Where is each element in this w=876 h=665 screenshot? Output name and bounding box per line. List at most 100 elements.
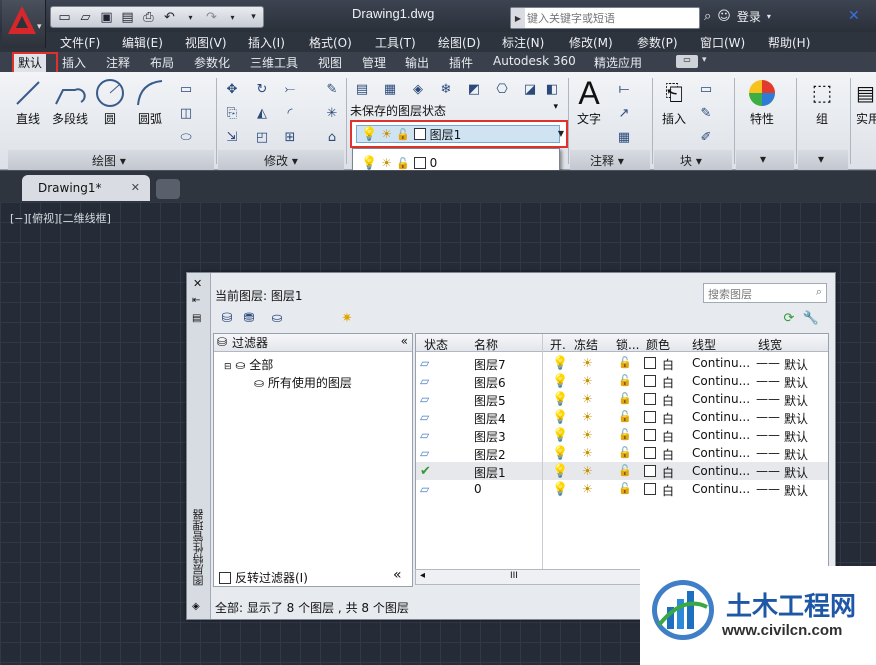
color-swatch[interactable] [644,375,656,387]
sun-icon[interactable]: ☀ [582,356,593,370]
refresh-icon[interactable]: ⟳ [779,309,799,327]
tab-featured-apps[interactable]: 精选应用 [594,54,642,71]
tab-parametric[interactable]: 参数化 [194,54,230,71]
application-menu-button[interactable]: ▾ [2,0,46,48]
column-header[interactable]: 线型 [692,336,716,353]
settings-wrench-icon[interactable]: 🔧 [801,309,821,327]
filter-all[interactable]: ⊟ ⛀ 全部 [224,356,273,373]
close-palette-icon[interactable]: ✕ [193,277,202,290]
rectangle-icon[interactable]: ▭ [176,80,196,98]
color-swatch[interactable] [644,393,656,405]
help-search[interactable]: ▶ [510,7,700,29]
hatch-icon[interactable]: ◫ [176,104,196,122]
tab-view[interactable]: 视图 [318,54,342,71]
tab-output[interactable]: 输出 [405,54,429,71]
scroll-left-icon[interactable]: ◂ [420,570,425,581]
edit-block-icon[interactable]: ✎ [696,104,716,122]
layer-previous-icon[interactable]: ◧ [542,80,562,98]
collapse-filters-icon[interactable]: « [401,334,408,348]
explode-icon[interactable]: ✳ [322,104,342,122]
binoculars-icon[interactable]: ⌕ [704,9,711,24]
column-header[interactable]: 冻结 [574,336,598,353]
unlock-icon[interactable]: 🔓 [618,392,632,405]
utilities-tool[interactable]: ▤ 实用 [856,76,876,127]
layer-state-combo[interactable]: 未保存的图层状态 ▾ [350,102,560,120]
layer-name[interactable]: 图层3 [474,428,506,445]
sun-icon[interactable]: ☀ [582,446,593,460]
ribbon-options-icon[interactable]: ▾ [702,55,707,65]
layer-off-icon[interactable]: ◩ [464,80,484,98]
print-icon[interactable]: ⎙ [139,8,158,26]
redo-dropdown-icon[interactable]: ▾ [223,8,242,26]
column-header[interactable]: 名称 [474,336,498,353]
sun-icon[interactable]: ☀ [582,482,593,496]
save-as-icon[interactable]: ▤ [118,8,137,26]
circle-tool[interactable]: 圆 [92,76,128,127]
unlock-icon[interactable]: 🔓 [618,428,632,441]
column-header[interactable]: 状态 [424,336,448,353]
trim-icon[interactable]: ⤚ [280,80,300,98]
mirror-icon[interactable]: ◭ [252,104,272,122]
group-tool[interactable]: ⬚ 组 [802,76,842,127]
collapse-left-icon[interactable]: « [393,567,402,583]
unlock-icon[interactable]: 🔓 [618,446,632,459]
layer-name[interactable]: 图层7 [474,356,506,373]
menu-modify[interactable]: 修改(M) [569,34,613,51]
copy-icon[interactable]: ⎘ [222,104,242,122]
color-swatch[interactable] [644,483,656,495]
layer-lineweight[interactable]: 默认 [784,410,808,427]
layer-lineweight[interactable]: 默认 [784,482,808,499]
menu-help[interactable]: 帮助(H) [768,34,810,51]
polyline-tool[interactable]: 多段线 [48,76,92,127]
new-file-icon[interactable]: ▭ [55,8,74,26]
sun-icon[interactable]: ☀ [582,428,593,442]
properties-tool[interactable]: 特性 [740,76,784,127]
menu-dimension[interactable]: 标注(N) [502,34,544,51]
layer-linetype[interactable]: Continu... [692,482,750,496]
layer-color[interactable]: 白 [662,356,674,373]
layer-color[interactable]: 白 [662,482,674,499]
bulb-icon[interactable]: 💡 [552,464,568,479]
rotate-icon[interactable]: ↻ [252,80,272,98]
layer-row[interactable]: ▱ 图层5 💡 ☀ 🔓 白 Continu... —— 默认 [416,390,828,408]
color-swatch[interactable] [644,465,656,477]
groups-expand-icon[interactable]: ▾ [818,152,824,166]
line-tool[interactable]: 直线 [10,76,46,127]
tab-annotate[interactable]: 注释 [106,54,130,71]
layer-color[interactable]: 白 [662,410,674,427]
exchange-apps-icon[interactable]: ✕ [848,8,860,24]
layer-lineweight[interactable]: 默认 [784,392,808,409]
layer-linetype[interactable]: Continu... [692,356,750,370]
column-header[interactable]: 开. [550,336,566,353]
layer-linetype[interactable]: Continu... [692,374,750,388]
panel-title-modify[interactable]: 修改 ▾ [264,152,298,169]
ellipse-icon[interactable]: ⬭ [176,128,196,146]
layer-color[interactable]: 白 [662,374,674,391]
layer-search-input[interactable]: 搜索图层 ⌕ [703,283,827,303]
tab-autodesk-360[interactable]: Autodesk 360 [493,54,576,68]
menu-file[interactable]: 文件(F) [60,34,100,51]
erase-icon[interactable]: ✎ [322,80,342,98]
autohide-icon[interactable]: ⇤ [192,295,200,306]
undo-icon[interactable]: ↶ [160,8,179,26]
reverse-filter-checkbox[interactable] [219,571,231,584]
layer-row[interactable]: ✔ 图层1 💡 ☀ 🔓 白 Continu... —— 默认 [416,462,828,480]
bulb-icon[interactable]: 💡 [552,392,568,407]
document-tab[interactable]: Drawing1* ✕ [22,175,150,201]
layer-unlock-icon[interactable]: ⎔ [492,80,512,98]
insert-block-tool[interactable]: ⎗ 插入 [656,76,692,127]
unlock-icon[interactable]: 🔓 [618,356,632,369]
layer-linetype[interactable]: Continu... [692,428,750,442]
bulb-icon[interactable]: 💡 [552,482,568,497]
sun-icon[interactable]: ☀ [582,374,593,388]
bulb-icon[interactable]: 💡 [552,446,568,461]
login-link[interactable]: 登录 [737,8,761,25]
layer-lineweight[interactable]: 默认 [784,356,808,373]
sun-icon[interactable]: ☀ [582,392,593,406]
save-icon[interactable]: ▣ [97,8,116,26]
layer-color[interactable]: 白 [662,428,674,445]
bulb-icon[interactable]: 💡 [552,410,568,425]
palette-title-strip[interactable]: ✕ ⇤ ▤ 图层特性管理器 ◈ [187,273,211,619]
help-search-input[interactable] [527,10,677,26]
layer-linetype[interactable]: Continu... [692,464,750,478]
